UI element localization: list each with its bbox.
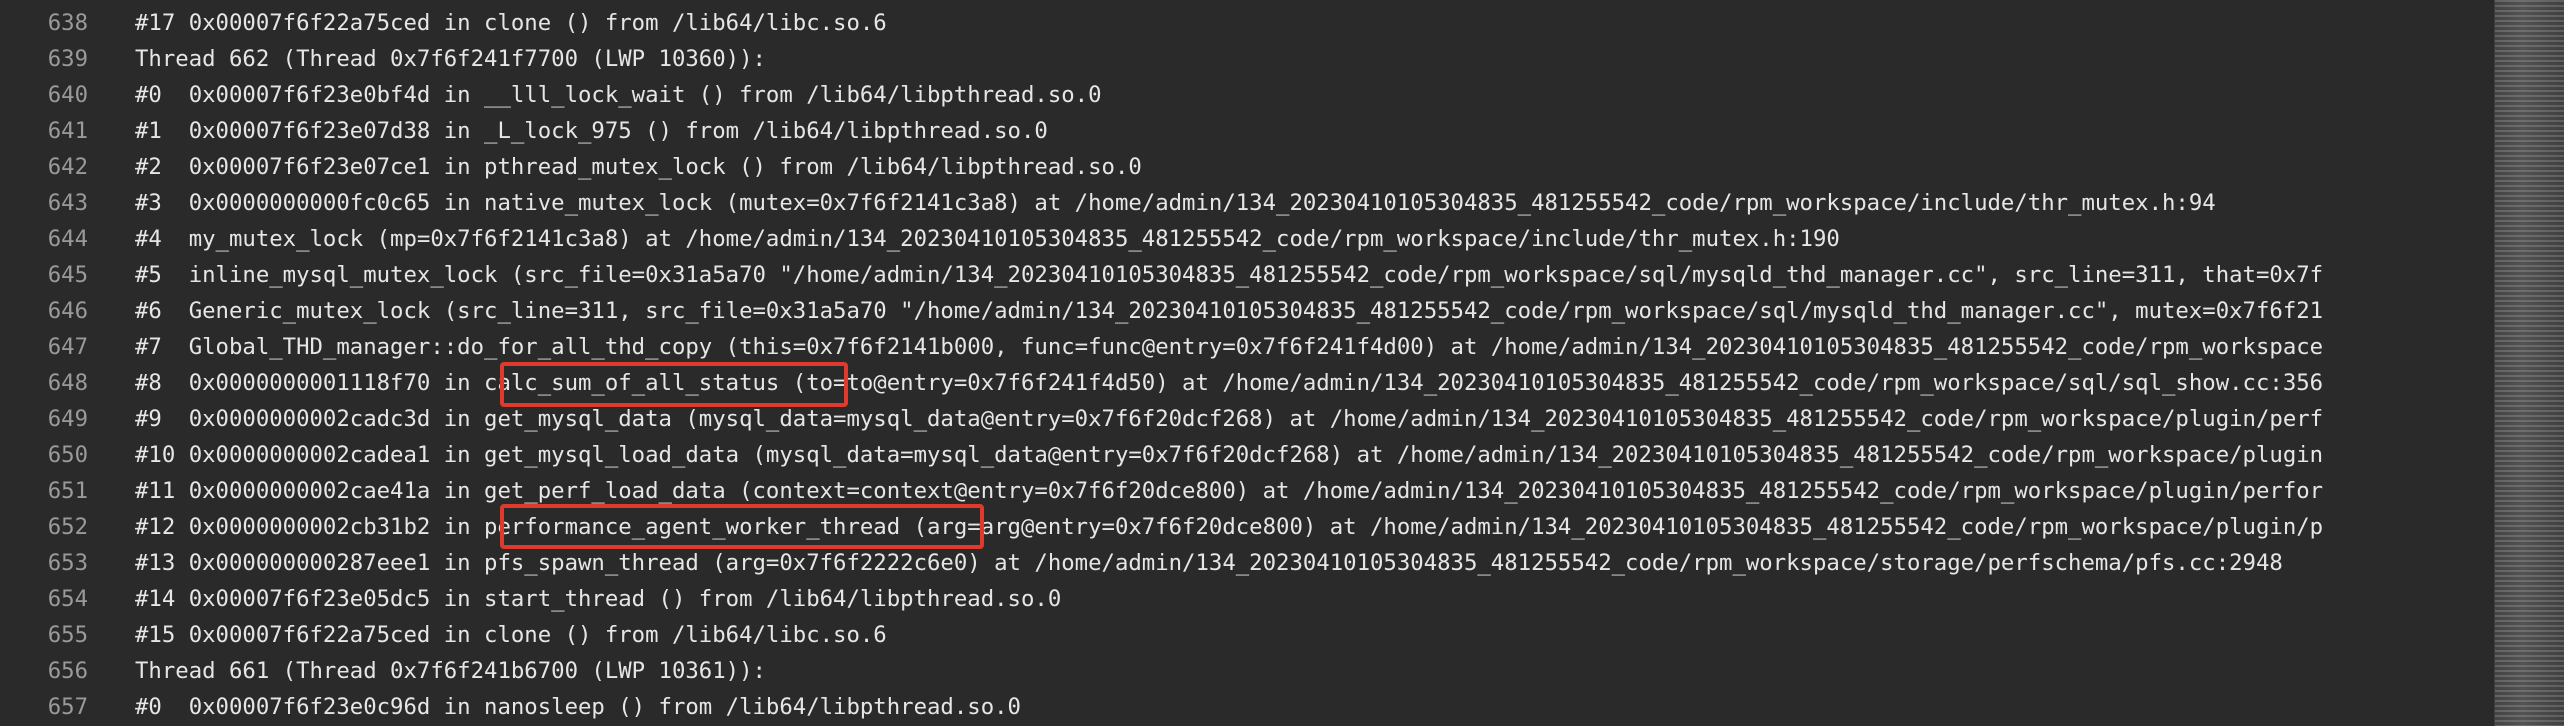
line-number: 651 xyxy=(47,478,88,504)
line-text: #2 0x00007f6f23e07ce1 in pthread_mutex_l… xyxy=(135,154,1142,180)
line-number: 638 xyxy=(47,10,88,36)
line-number: 640 xyxy=(47,82,88,108)
line-number: 656 xyxy=(47,658,88,684)
line-number: 639 xyxy=(47,46,88,72)
line-text: Thread 661 (Thread 0x7f6f241b6700 (LWP 1… xyxy=(135,658,766,684)
line-text: #12 0x0000000002cb31b2 in performance_ag… xyxy=(135,514,2324,540)
line-number: 646 xyxy=(47,298,88,324)
line-number: 650 xyxy=(47,442,88,468)
code-line: 652 #12 0x0000000002cb31b2 in performance… xyxy=(0,509,2490,545)
line-number: 653 xyxy=(47,550,88,576)
line-text: #8 0x0000000001118f70 in calc_sum_of_all… xyxy=(135,370,2324,396)
code-line: 642 #2 0x00007f6f23e07ce1 in pthread_mute… xyxy=(0,149,2490,185)
code-line: 638 #17 0x00007f6f22a75ced in clone () fr… xyxy=(0,5,2490,41)
line-number: 642 xyxy=(47,154,88,180)
minimap-scrollbar[interactable] xyxy=(2494,0,2564,726)
line-number: 652 xyxy=(47,514,88,540)
line-text: #3 0x0000000000fc0c65 in native_mutex_lo… xyxy=(135,190,2216,216)
line-text: #14 0x00007f6f23e05dc5 in start_thread (… xyxy=(135,586,1062,612)
minimap-viewport-thumb[interactable] xyxy=(2495,0,2564,726)
code-line: 643 #3 0x0000000000fc0c65 in native_mutex… xyxy=(0,185,2490,221)
line-text: #15 0x00007f6f22a75ced in clone () from … xyxy=(135,622,887,648)
line-text: #11 0x0000000002cae41a in get_perf_load_… xyxy=(135,478,2324,504)
code-line: 648 #8 0x0000000001118f70 in calc_sum_of_… xyxy=(0,365,2490,401)
line-text: #10 0x0000000002cadea1 in get_mysql_load… xyxy=(135,442,2324,468)
code-line: 647 #7 Global_THD_manager::do_for_all_thd… xyxy=(0,329,2490,365)
code-line: 649 #9 0x0000000002cadc3d in get_mysql_da… xyxy=(0,401,2490,437)
line-text: #4 my_mutex_lock (mp=0x7f6f2141c3a8) at … xyxy=(135,226,1840,252)
code-line: 645 #5 inline_mysql_mutex_lock (src_file=… xyxy=(0,257,2490,293)
highlight-box-calc-sum xyxy=(500,362,848,407)
code-line: 640 #0 0x00007f6f23e0bf4d in __lll_lock_w… xyxy=(0,77,2490,113)
line-number: 657 xyxy=(47,694,88,720)
code-editor[interactable]: 638 #17 0x00007f6f22a75ced in clone () fr… xyxy=(0,0,2564,726)
line-number: 641 xyxy=(47,118,88,144)
code-line: 639 Thread 662 (Thread 0x7f6f241f7700 (LW… xyxy=(0,41,2490,77)
line-text: #13 0x000000000287eee1 in pfs_spawn_thre… xyxy=(135,550,2283,576)
code-line: 656 Thread 661 (Thread 0x7f6f241b6700 (LW… xyxy=(0,653,2490,689)
code-line: 655 #15 0x00007f6f22a75ced in clone () fr… xyxy=(0,617,2490,653)
line-text: #17 0x00007f6f22a75ced in clone () from … xyxy=(135,10,887,36)
code-line: 654 #14 0x00007f6f23e05dc5 in start_threa… xyxy=(0,581,2490,617)
line-number: 645 xyxy=(47,262,88,288)
code-line: 646 #6 Generic_mutex_lock (src_line=311, … xyxy=(0,293,2490,329)
line-text: #0 0x00007f6f23e0bf4d in __lll_lock_wait… xyxy=(135,82,1102,108)
line-number: 654 xyxy=(47,586,88,612)
line-text: Thread 662 (Thread 0x7f6f241f7700 (LWP 1… xyxy=(135,46,766,72)
line-text: #9 0x0000000002cadc3d in get_mysql_data … xyxy=(135,406,2324,432)
line-text: #1 0x00007f6f23e07d38 in _L_lock_975 () … xyxy=(135,118,1048,144)
code-line: 653 #13 0x000000000287eee1 in pfs_spawn_t… xyxy=(0,545,2490,581)
line-number: 643 xyxy=(47,190,88,216)
line-number: 655 xyxy=(47,622,88,648)
code-line: 641 #1 0x00007f6f23e07d38 in _L_lock_975 … xyxy=(0,113,2490,149)
line-text: #5 inline_mysql_mutex_lock (src_file=0x3… xyxy=(135,262,2324,288)
code-line: 650 #10 0x0000000002cadea1 in get_mysql_l… xyxy=(0,437,2490,473)
editor-text-area[interactable]: 638 #17 0x00007f6f22a75ced in clone () fr… xyxy=(0,0,2490,726)
line-number: 644 xyxy=(47,226,88,252)
line-number: 647 xyxy=(47,334,88,360)
line-text: #0 0x00007f6f23e0c96d in nanosleep () fr… xyxy=(135,694,1021,720)
code-line: 651 #11 0x0000000002cae41a in get_perf_lo… xyxy=(0,473,2490,509)
line-number: 649 xyxy=(47,406,88,432)
line-text: #7 Global_THD_manager::do_for_all_thd_co… xyxy=(135,334,2324,360)
code-line: 644 #4 my_mutex_lock (mp=0x7f6f2141c3a8) … xyxy=(0,221,2490,257)
highlight-box-worker-thread xyxy=(500,504,984,549)
line-text: #6 Generic_mutex_lock (src_line=311, src… xyxy=(135,298,2324,324)
line-number: 648 xyxy=(47,370,88,396)
code-line: 657 #0 0x00007f6f23e0c96d in nanosleep ()… xyxy=(0,689,2490,725)
